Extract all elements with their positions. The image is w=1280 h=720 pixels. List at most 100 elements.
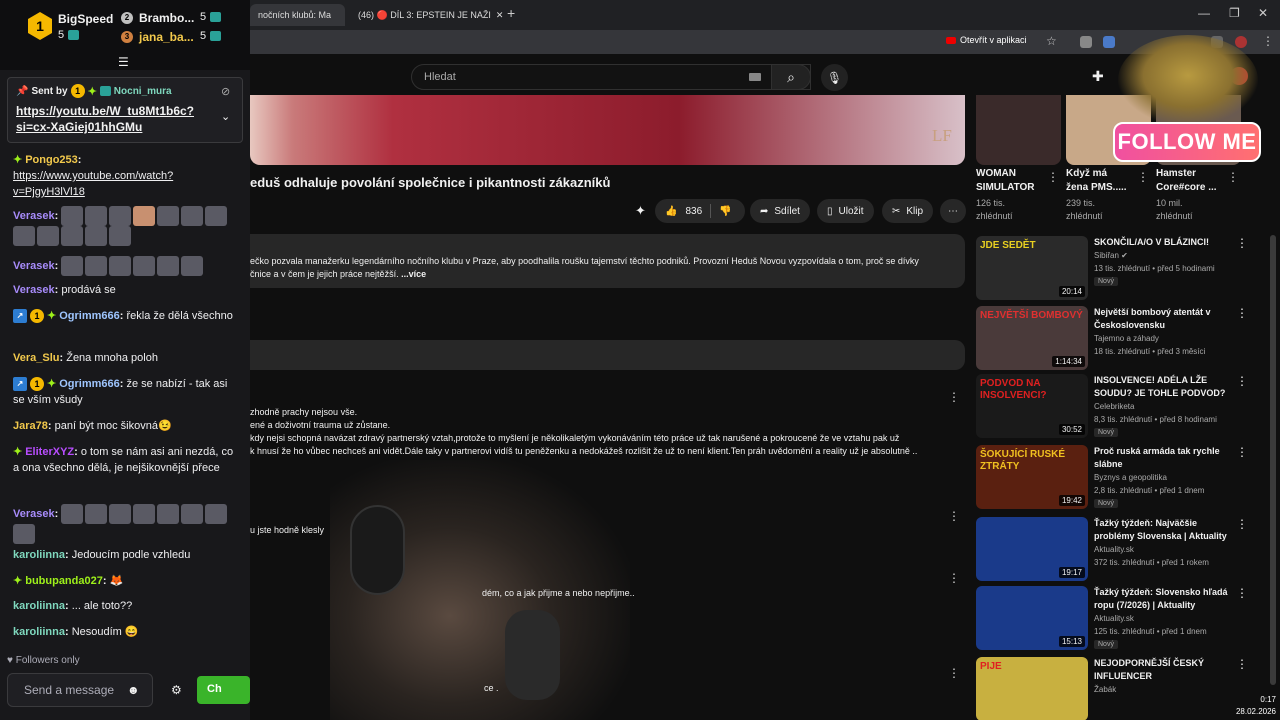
chat-settings-gear-icon[interactable]: ⚙ [171,683,182,697]
keyboard-icon[interactable] [749,73,761,81]
short-title[interactable]: Když má žena PMS..... [1066,167,1127,195]
channel-name[interactable]: Celebriketa [1094,402,1134,411]
open-in-app-button[interactable]: Otevřít v aplikaci [946,35,1027,45]
search-button[interactable]: ⌕ [771,64,811,90]
chat-username[interactable]: Verasek [13,508,55,520]
video-thumbnail[interactable]: PODVOD NA INSOLVENCI? 30:52 [976,374,1088,438]
chat-username[interactable]: Ogrimm666 [59,378,120,390]
leader-name[interactable]: Brambo... [139,11,194,25]
comment-menu-icon[interactable]: ⋮ [948,666,960,680]
short-thumbnail[interactable] [976,95,1061,165]
extension-icon[interactable] [1103,36,1115,48]
channel-name[interactable]: Aktuality.sk [1094,545,1134,554]
chat-username[interactable]: EliterXYZ [25,446,74,458]
save-button[interactable]: ▯ Uložit [817,199,874,223]
browser-tab-active[interactable]: nočních klubů: Ma [250,4,345,26]
like-icon[interactable]: 👍 [665,206,677,217]
channel-name[interactable]: Aktuality.sk [1094,614,1134,623]
chat-username[interactable]: karoliinna [13,626,65,638]
video-thumbnail[interactable]: 15:13 [976,586,1088,650]
more-actions-button[interactable]: ⋯ [940,199,966,223]
minimize-icon[interactable]: — [1198,6,1210,20]
video-menu-icon[interactable]: ⋮ [1236,657,1248,671]
sparkle-icon[interactable]: ✦ [635,203,646,219]
video-title[interactable]: Ťažký týždeň: Najväčšie problémy Slovens… [1094,517,1234,543]
close-window-icon[interactable]: ✕ [1258,6,1268,20]
recommended-video[interactable]: PIJE NEJODPORNĚJŠÍ ČESKÝ INFLUENCER Žabák ⋮ [976,657,1248,720]
channel-name[interactable]: Sibiřan ✔ [1094,251,1128,260]
new-tab-button[interactable]: + [507,5,515,21]
recommended-video[interactable]: 19:17 Ťažký týždeň: Najväčšie problémy Sl… [976,517,1248,581]
voice-search-button[interactable]: 🎙 [821,64,848,91]
chat-username[interactable]: Pongo253 [25,154,78,166]
like-dislike-group[interactable]: 👍 836 👎 [655,199,745,223]
video-thumbnail[interactable]: NEJVĚTŠÍ BOMBOVÝ 1:14:34 [976,306,1088,370]
comment-menu-icon[interactable]: ⋮ [948,509,960,523]
chat-username[interactable]: Ogrimm666 [59,310,120,322]
browser-menu-icon[interactable]: ⋮ [1262,34,1274,48]
recommended-video[interactable]: 15:13 Ťažký týždeň: Slovensko hľadá ropu … [976,586,1248,650]
scrollbar[interactable] [1270,235,1276,685]
video-menu-icon[interactable]: ⋮ [1236,306,1248,320]
pinned-link[interactable]: https://youtu.be/W_tu8Mt1b6c? si=cx-XaGi… [16,103,234,135]
maximize-icon[interactable]: ❐ [1229,6,1240,20]
dislike-icon[interactable]: 👎 [719,206,731,217]
leader-name[interactable]: jana_ba... [139,30,194,44]
recommended-video[interactable]: ŠOKUJÍCÍ RUSKÉ ZTRÁTY 19:42 Proč ruská arm… [976,445,1248,509]
short-title[interactable]: Hamster Core#core ... [1156,167,1217,195]
chat-username[interactable]: Vera_Slu [13,352,59,364]
video-thumbnail[interactable]: JDE SEDĚT 20:14 [976,236,1088,300]
address-bar[interactable] [250,30,1280,54]
video-thumbnail[interactable]: ŠOKUJÍCÍ RUSKÉ ZTRÁTY 19:42 [976,445,1088,509]
chat-username[interactable]: Verasek [13,210,55,222]
tab-close-icon[interactable]: ✕ [496,10,504,21]
video-description[interactable]: ečko pozvala manažerku legendárního nočn… [250,234,965,288]
collapse-leaderboard-icon[interactable]: ☰ [118,55,129,69]
video-player[interactable] [250,95,965,165]
description-more-link[interactable]: ...více [401,269,426,279]
channel-name[interactable]: Tajemno a záhady [1094,334,1159,343]
video-title[interactable]: Ťažký týždeň: Slovensko hľadá ropu (7/20… [1094,586,1234,612]
video-menu-icon[interactable]: ⋮ [1236,517,1248,531]
video-thumbnail[interactable]: 19:17 [976,517,1088,581]
share-button[interactable]: ➦ Sdílet [750,199,810,223]
video-title[interactable]: INSOLVENCE! ADÉLA LŽE SOUDU? JE TOHLE PO… [1094,374,1234,400]
chat-username[interactable]: Jara78 [13,420,48,432]
video-menu-icon[interactable]: ⋮ [1236,374,1248,388]
profile-avatar[interactable] [1235,36,1247,48]
recommended-video[interactable]: PODVOD NA INSOLVENCI? 30:52 INSOLVENCE! AD… [976,374,1248,438]
emote-picker-icon[interactable]: ☻ [127,683,140,697]
video-title[interactable]: SKONČIL/A/O V BLÁZINCI! [1094,236,1234,249]
comment-box-area[interactable] [250,340,965,370]
chat-username[interactable]: Verasek [13,284,55,296]
extension-icon[interactable] [1080,36,1092,48]
comment-menu-icon[interactable]: ⋮ [948,571,960,585]
channel-name[interactable]: Žabák [1094,685,1116,694]
video-thumbnail[interactable]: PIJE [976,657,1088,720]
leader-name[interactable]: BigSpeed [58,12,113,26]
recommended-video[interactable]: NEJVĚTŠÍ BOMBOVÝ 1:14:34 Největší bombový … [976,306,1248,370]
chat-send-button[interactable]: Ch [197,676,250,704]
short-title[interactable]: WOMAN SIMULATOR [976,167,1035,195]
chat-username[interactable]: bubupanda027 [25,575,103,587]
chat-username[interactable]: Verasek [13,260,55,272]
video-menu-icon[interactable]: ⋮ [1236,586,1248,600]
chat-link[interactable]: https://www.youtube.com/watch? [13,168,238,184]
video-title[interactable]: Největší bombový atentát v Československ… [1094,306,1234,332]
short-menu-icon[interactable]: ⋮ [1047,170,1059,184]
clip-button[interactable]: ✂ Klip [882,199,934,223]
short-menu-icon[interactable]: ⋮ [1137,170,1149,184]
create-icon[interactable]: ✚ [1092,68,1104,85]
channel-name[interactable]: Byznys a geopolitika [1094,473,1167,482]
bookmark-star-icon[interactable]: ☆ [1046,34,1057,48]
short-menu-icon[interactable]: ⋮ [1227,170,1239,184]
browser-tab-youtube[interactable]: (46) 🔴 DÍL 3: EPSTEIN JE NAŽI ✕ [345,4,505,26]
expand-pinned-icon[interactable]: ⌄ [221,110,230,123]
chat-username[interactable]: karoliinna [13,549,65,561]
comment-menu-icon[interactable]: ⋮ [948,390,960,404]
chat-username[interactable]: karoliinna [13,600,65,612]
chat-link[interactable]: v=PjgyH3lVl18 [13,184,238,200]
recommended-video[interactable]: JDE SEDĚT 20:14 SKONČIL/A/O V BLÁZINCI! Sib… [976,236,1248,300]
video-title[interactable]: Proč ruská armáda tak rychle slábne [1094,445,1234,471]
video-menu-icon[interactable]: ⋮ [1236,236,1248,250]
